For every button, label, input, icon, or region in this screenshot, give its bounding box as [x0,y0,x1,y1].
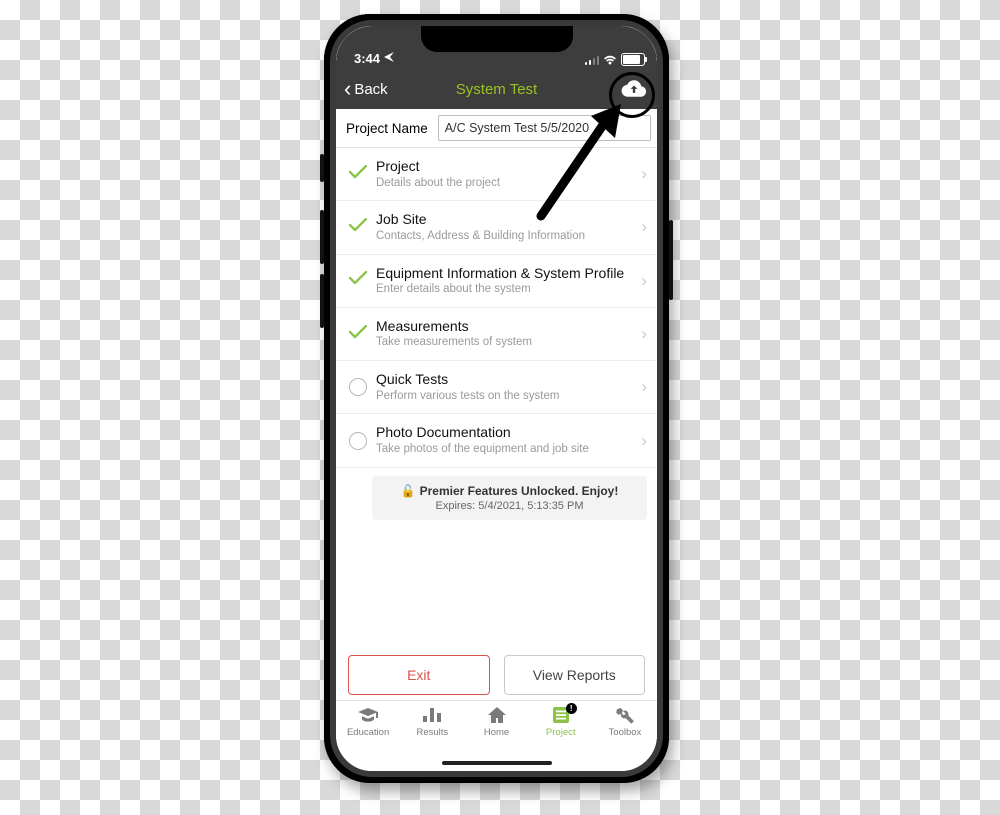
check-icon [349,165,367,184]
tools-icon [614,705,636,725]
check-icon [349,325,367,344]
empty-circle-icon [349,378,367,396]
bar-chart-icon [421,705,443,725]
row-project[interactable]: ProjectDetails about the project › [336,148,657,201]
project-name-label: Project Name [346,121,428,136]
lock-icon: 🔓 [401,484,416,498]
section-list: ProjectDetails about the project › Job S… [336,148,657,520]
location-icon [384,52,394,65]
chevron-right-icon: › [637,164,651,184]
cloud-upload-icon [621,79,647,99]
row-quicktests[interactable]: Quick TestsPerform various tests on the … [336,361,657,414]
exit-button[interactable]: Exit [348,655,490,695]
chevron-right-icon: › [637,377,651,397]
check-icon [349,271,367,290]
chevron-right-icon: › [637,431,651,451]
graduation-cap-icon [357,705,379,725]
row-equipment[interactable]: Equipment Information & System ProfileEn… [336,255,657,308]
chevron-right-icon: › [637,324,651,344]
row-photodoc[interactable]: Photo DocumentationTake photos of the eq… [336,414,657,467]
chevron-right-icon: › [637,217,651,237]
upload-cloud-button[interactable] [619,74,649,104]
document-list-icon: ! [550,705,572,725]
check-icon [349,218,367,237]
home-icon [486,705,508,725]
row-jobsite[interactable]: Job SiteContacts, Address & Building Inf… [336,201,657,254]
home-indicator [442,761,552,765]
nav-bar: ‹ Back System Test [336,69,657,109]
tab-bar: Education Results Home ! Project [336,700,657,771]
view-reports-button[interactable]: View Reports [504,655,646,695]
project-name-input[interactable]: A/C System Test 5/5/2020 [438,115,651,141]
cell-signal-icon [585,55,600,65]
tab-toolbox[interactable]: Toolbox [593,705,657,771]
status-time: 3:44 [354,51,380,66]
alert-badge-icon: ! [566,703,577,714]
project-name-row: Project Name A/C System Test 5/5/2020 [336,109,657,148]
premier-banner: 🔓Premier Features Unlocked. Enjoy! Expir… [372,476,647,520]
empty-circle-icon [349,432,367,450]
chevron-right-icon: › [637,271,651,291]
notch [421,26,573,52]
phone-frame: 3:44 ‹ Back System Test [324,14,669,783]
wifi-icon [603,55,617,65]
tab-education[interactable]: Education [336,705,400,771]
page-title: System Test [336,81,657,98]
footer-buttons: Exit View Reports [336,655,657,695]
battery-icon [621,53,645,66]
row-measurements[interactable]: MeasurementsTake measurements of system … [336,308,657,361]
